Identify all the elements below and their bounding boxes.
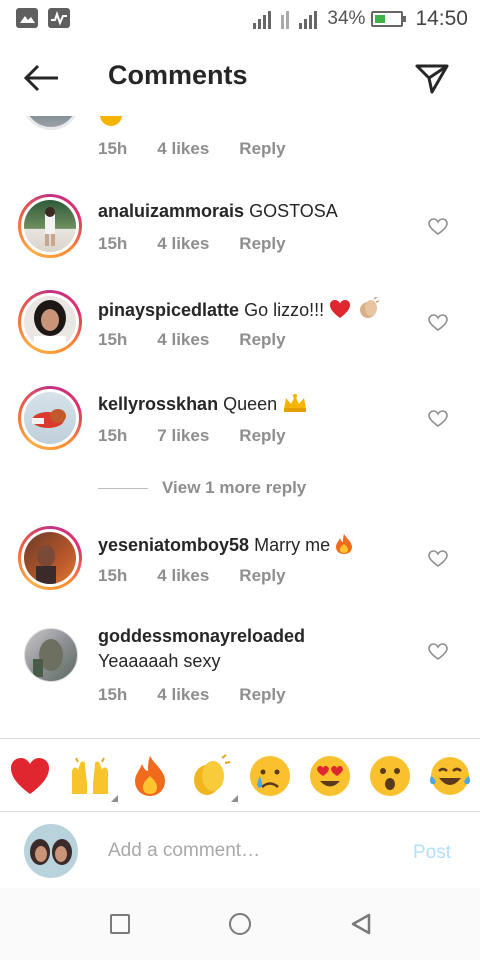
comment-text: Go lizzo!!! bbox=[244, 300, 325, 320]
post-button[interactable]: Post bbox=[413, 842, 451, 864]
comments-list[interactable]: 15h 4 likes Reply analuizammorais GOSTOS… bbox=[0, 116, 480, 738]
red-heart-emoji bbox=[330, 300, 351, 318]
comment-username[interactable]: yeseniatomboy58 bbox=[98, 535, 249, 555]
comment-username[interactable]: kellyrosskhan bbox=[98, 394, 218, 414]
like-count[interactable]: 4 likes bbox=[157, 566, 209, 586]
emoji-icon bbox=[100, 116, 122, 126]
data-transfer-icon bbox=[281, 9, 290, 29]
raising-hands-emoji-button[interactable] bbox=[68, 754, 118, 802]
fire-emoji bbox=[336, 534, 353, 554]
comment-time: 15h bbox=[98, 330, 128, 349]
comment-meta: 15h 4 likes Reply bbox=[98, 685, 316, 705]
arrow-left-icon[interactable] bbox=[22, 62, 62, 94]
heart-outline-icon[interactable] bbox=[428, 410, 448, 428]
avatar[interactable] bbox=[18, 526, 82, 590]
divider bbox=[98, 487, 148, 489]
comment-time: 15h bbox=[98, 426, 128, 445]
fire-icon bbox=[135, 756, 165, 796]
signal-1-icon bbox=[253, 9, 272, 29]
battery-icon bbox=[371, 11, 407, 27]
clock: 14:50 bbox=[415, 7, 468, 30]
raising-hands-icon bbox=[72, 757, 108, 794]
red-heart-icon bbox=[11, 758, 49, 794]
activity-notification-icon bbox=[48, 8, 70, 28]
comment-time: 15h bbox=[98, 685, 128, 704]
clapping-hands-emoji-button[interactable] bbox=[188, 754, 238, 802]
astonished-face-icon bbox=[370, 756, 410, 796]
comment-text: Queen bbox=[223, 394, 278, 414]
comment-time: 15h bbox=[98, 234, 128, 253]
emoji-quick-bar bbox=[0, 738, 480, 812]
comment-meta: 15h 4 likes Reply bbox=[98, 139, 316, 159]
view-more-replies-button[interactable]: View 1 more reply bbox=[98, 478, 306, 498]
avatar[interactable] bbox=[24, 824, 78, 878]
heart-eyes-emoji-button[interactable] bbox=[308, 754, 352, 798]
avatar[interactable] bbox=[18, 386, 82, 450]
comment-item: pinayspicedlatte Go lizzo!!! 15h 4 likes… bbox=[0, 290, 480, 386]
comment-username[interactable]: analuizammorais bbox=[98, 201, 244, 221]
comment-meta: 15h 4 likes Reply bbox=[98, 566, 316, 586]
comment-item: kellyrosskhan Queen 15h 7 likes Reply bbox=[0, 386, 480, 482]
red-heart-emoji-button[interactable] bbox=[8, 754, 52, 798]
comment-time: 15h bbox=[98, 566, 128, 585]
home-icon[interactable] bbox=[229, 913, 251, 935]
comment-username[interactable]: pinayspicedlatte bbox=[98, 300, 239, 320]
battery-percent: 34% bbox=[327, 8, 366, 29]
like-count[interactable]: 4 likes bbox=[157, 330, 209, 350]
like-count[interactable]: 4 likes bbox=[157, 139, 209, 159]
like-count[interactable]: 4 likes bbox=[157, 685, 209, 705]
clapping-hands-emoji bbox=[360, 296, 380, 318]
heart-outline-icon[interactable] bbox=[428, 218, 448, 236]
fire-emoji-button[interactable] bbox=[128, 754, 172, 798]
avatar[interactable] bbox=[18, 194, 82, 258]
crying-face-emoji-button[interactable] bbox=[248, 754, 292, 798]
paper-plane-icon[interactable] bbox=[412, 58, 452, 98]
heart-outline-icon[interactable] bbox=[428, 550, 448, 568]
reply-button[interactable]: Reply bbox=[239, 234, 285, 254]
avatar[interactable] bbox=[22, 116, 80, 130]
heart-outline-icon[interactable] bbox=[428, 314, 448, 332]
comment-text: Marry me bbox=[254, 535, 331, 555]
clapping-hands-icon bbox=[194, 754, 231, 795]
avatar[interactable] bbox=[18, 290, 82, 354]
status-bar: 34% 14:50 bbox=[0, 0, 480, 38]
page-title: Comments bbox=[108, 60, 248, 90]
gallery-notification-icon bbox=[16, 8, 38, 28]
comment-composer: Post bbox=[0, 812, 480, 888]
comment-username[interactable]: goddessmonayreloaded bbox=[98, 626, 305, 646]
like-count[interactable]: 4 likes bbox=[157, 234, 209, 254]
comment-item: analuizammorais GOSTOSA 15h 4 likes Repl… bbox=[0, 194, 480, 290]
reply-button[interactable]: Reply bbox=[239, 426, 285, 446]
comment-meta: 15h 7 likes Reply bbox=[98, 426, 316, 446]
comment-input[interactable] bbox=[108, 840, 398, 862]
reply-button[interactable]: Reply bbox=[239, 330, 285, 350]
view-more-replies-label: View 1 more reply bbox=[162, 478, 307, 497]
heart-outline-icon[interactable] bbox=[428, 643, 448, 661]
comment-text: GOSTOSA bbox=[249, 201, 338, 221]
reply-button[interactable]: Reply bbox=[239, 685, 285, 705]
recent-apps-icon[interactable] bbox=[110, 914, 130, 934]
reply-button[interactable]: Reply bbox=[239, 139, 285, 159]
avatar[interactable] bbox=[24, 628, 78, 682]
crown-emoji bbox=[284, 394, 307, 412]
reply-button[interactable]: Reply bbox=[239, 566, 285, 586]
like-count[interactable]: 7 likes bbox=[157, 426, 209, 446]
back-triangle-icon[interactable] bbox=[351, 913, 371, 935]
heart-eyes-face-icon bbox=[310, 756, 350, 796]
comment-time: 15h bbox=[98, 139, 128, 158]
comment-item: yeseniatomboy58 Marry me 15h 4 likes Rep… bbox=[0, 526, 480, 622]
comment-item: goddessmonayreloaded Yeaaaaah sexy 15h 4… bbox=[0, 626, 480, 736]
tears-of-joy-face-icon bbox=[430, 757, 470, 795]
comment-text: Yeaaaaah sexy bbox=[98, 651, 221, 671]
astonished-face-emoji-button[interactable] bbox=[368, 754, 412, 798]
comment-meta: 15h 4 likes Reply bbox=[98, 234, 316, 254]
tears-of-joy-emoji-button[interactable] bbox=[428, 754, 472, 798]
comment-meta: 15h 4 likes Reply bbox=[98, 330, 316, 350]
crying-face-icon bbox=[250, 756, 290, 796]
system-nav-bar bbox=[0, 888, 480, 960]
signal-2-icon bbox=[299, 9, 318, 29]
header: Comments bbox=[0, 38, 480, 116]
